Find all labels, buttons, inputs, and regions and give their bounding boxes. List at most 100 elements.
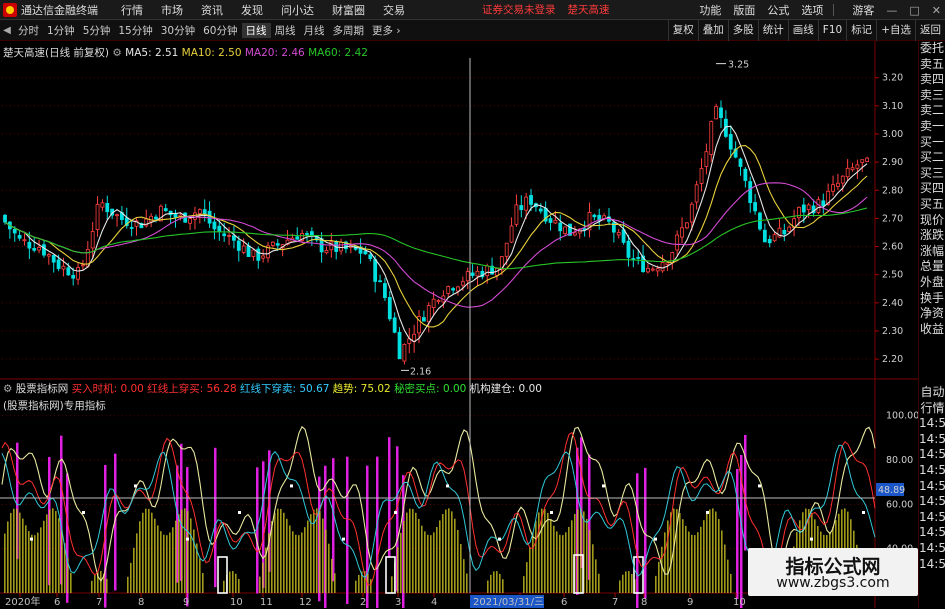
menu-item-quotes[interactable]: 行情 — [121, 2, 143, 18]
statistics-button[interactable]: 统计 — [757, 20, 788, 41]
yellow-bar — [148, 508, 150, 593]
settings-icon[interactable]: ⚙ — [112, 47, 121, 59]
signal-dot — [550, 511, 553, 515]
minimize-icon[interactable]: — — [886, 4, 897, 17]
candle-body — [12, 228, 17, 234]
menu-item-news[interactable]: 资讯 — [201, 2, 223, 18]
login-status[interactable]: 证券交易未登录 — [482, 2, 556, 17]
order-book-label: 涨幅 — [919, 243, 944, 258]
yellow-bar — [160, 531, 162, 593]
candle-body — [845, 167, 850, 178]
signal-dot — [134, 484, 137, 488]
settings-icon[interactable]: ⚙ — [3, 383, 12, 395]
menu-item-wealth[interactable]: 财富圈 — [332, 2, 365, 18]
indicator-value-secret-buy: 秘密买点: 0.00 — [394, 383, 467, 395]
period-tab-5min[interactable]: 5分钟 — [79, 23, 115, 38]
period-tab-30min[interactable]: 30分钟 — [157, 23, 199, 38]
yellow-bar — [502, 579, 504, 593]
menu-bar: 通达信金融终端 行情 市场 资讯 发现 问小达 财富圈 交易 证券交易未登录 楚… — [0, 0, 945, 20]
magenta-bar — [346, 456, 349, 605]
order-book-label: 卖四 — [919, 72, 944, 87]
period-tab-more[interactable]: 更多 › — [368, 23, 405, 38]
mark-button[interactable]: 标记 — [846, 20, 876, 41]
yellow-bar — [667, 520, 669, 593]
period-tab-15min[interactable]: 15分钟 — [114, 23, 156, 38]
indicator-current-value: 48.89 — [878, 485, 905, 496]
candle-body — [650, 268, 655, 271]
candle-body — [660, 262, 665, 272]
menu-item-options[interactable]: 选项 — [801, 2, 823, 18]
menu-item-formula[interactable]: 公式 — [767, 2, 789, 18]
back-button[interactable]: 返回 — [915, 20, 945, 41]
order-book-label: 卖二 — [919, 103, 944, 118]
guest-button[interactable]: 游客 — [852, 2, 874, 18]
yellow-bar — [622, 574, 624, 593]
candle-body — [762, 229, 767, 243]
yellow-bar — [418, 518, 420, 593]
yellow-bar — [292, 531, 294, 593]
menu-item-discover[interactable]: 发现 — [241, 2, 263, 18]
tick-time: 14:50 — [919, 540, 945, 555]
high-marker-label: 3.25 — [728, 60, 749, 71]
period-tab-daily[interactable]: 日线 — [241, 22, 271, 38]
period-tab-1min[interactable]: 1分钟 — [43, 23, 79, 38]
magenta-bar — [736, 469, 739, 600]
candle-body — [616, 232, 621, 236]
period-tab-multi[interactable]: 多周期 — [329, 23, 369, 38]
menu-item-layout[interactable]: 版面 — [733, 2, 755, 18]
add-watchlist-button[interactable]: +自选 — [876, 20, 915, 41]
candle-body — [753, 202, 758, 212]
period-tab-monthly[interactable]: 月线 — [300, 23, 329, 38]
yellow-bar — [187, 511, 189, 593]
yellow-bar — [415, 512, 417, 593]
candle-body — [3, 214, 7, 223]
yellow-bar — [358, 574, 360, 593]
overlay-button[interactable]: 叠加 — [697, 20, 728, 41]
yellow-bar — [193, 529, 195, 593]
yellow-bar — [235, 573, 237, 593]
f10-button[interactable]: F10 — [817, 20, 846, 41]
candle-body — [149, 215, 154, 223]
period-tab-60min[interactable]: 60分钟 — [199, 23, 241, 38]
yellow-bar — [589, 530, 591, 593]
toolbar-left-arrow-icon[interactable]: ◀ — [0, 25, 14, 36]
yellow-bar — [136, 533, 138, 593]
indicator-value-institution: 机构建仓: 0.00 — [469, 383, 542, 395]
auto-quote-label[interactable]: 行情 — [919, 401, 945, 417]
yellow-bar — [655, 575, 657, 593]
chart-canvas[interactable]: 3.25 2.16 3.20 3.10 3.00 2.90 2.80 2.70 2.60 2.5… — [0, 41, 918, 608]
yellow-bar — [139, 521, 141, 593]
draw-line-button[interactable]: 画线 — [787, 20, 818, 41]
yellow-bar — [496, 571, 498, 593]
indicator-value-red-cross-down: 红线下穿卖: 50.67 — [240, 383, 330, 395]
yellow-bar — [427, 534, 429, 593]
period-tab-weekly[interactable]: 周线 — [271, 23, 300, 38]
menu-item-ask[interactable]: 问小达 — [281, 2, 314, 18]
candle-body — [646, 267, 650, 273]
yellow-bar — [661, 546, 663, 593]
order-book-label: 买五 — [919, 196, 944, 211]
order-book-labels: 委托 卖五 卖四 卖三 卖二 卖一 买一 买二 买三 买四 买五 现价 涨跌 涨幅 总量 外盘 换手 净资 收益 — [919, 41, 945, 337]
candle-body — [631, 258, 636, 260]
menu-item-function[interactable]: 功能 — [699, 2, 721, 18]
multi-stock-button[interactable]: 多股 — [727, 20, 758, 41]
period-tab-intraday[interactable]: 分时 — [14, 23, 43, 38]
signal-dot — [30, 537, 33, 541]
close-icon[interactable]: ✕ — [932, 4, 941, 17]
yellow-bar — [598, 573, 600, 593]
menu-item-trade[interactable]: 交易 — [383, 2, 405, 18]
watermark-banner: 指标公式网 www.zbgs3.com — [748, 548, 918, 596]
tick-time: 14:50 — [919, 525, 945, 540]
menu-item-market[interactable]: 市场 — [161, 2, 183, 18]
candle-body — [694, 184, 699, 203]
candle-body — [509, 225, 514, 243]
auto-quote-label[interactable]: 自动 — [919, 385, 945, 401]
yellow-bar — [685, 525, 687, 593]
adjust-button[interactable]: 复权 — [667, 20, 698, 41]
ma5-line — [4, 125, 868, 343]
restore-icon[interactable]: □ — [909, 4, 919, 17]
stock-label: 楚天高速(日线 前复权) — [3, 47, 110, 59]
right-sidebar: 委托 卖五 卖四 卖三 卖二 卖一 买一 买二 买三 买四 买五 现价 涨跌 涨幅 总量 外盘 换手 净资 收益 自… — [918, 41, 945, 608]
candle-body — [592, 214, 597, 218]
candle-body — [524, 196, 529, 211]
